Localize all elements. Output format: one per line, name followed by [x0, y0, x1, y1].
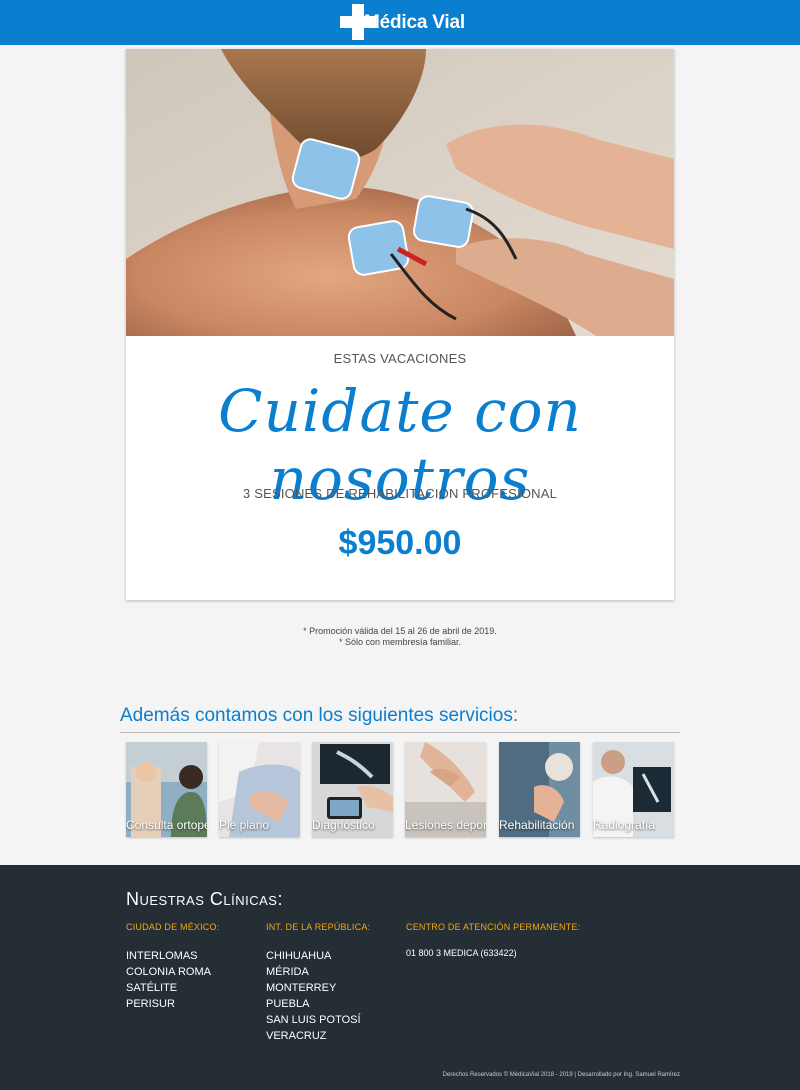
service-tile-radiografia[interactable]: Radiografía [593, 742, 674, 837]
promo-note: * Sólo con membresía familiar. [338, 637, 462, 647]
footer: Nuestras Clínicas: CIUDAD DE MÉXICO: INT… [0, 865, 800, 1090]
service-label: Rehabilitación [499, 818, 575, 832]
service-tile-rehabilitacion[interactable]: Rehabilitación [499, 742, 580, 837]
clinic-link[interactable]: COLONIA ROMA [126, 964, 219, 980]
clinic-link[interactable]: SAN LUIS POTOSÍ [266, 1012, 370, 1028]
promo-note: * Promoción válida del 15 al 26 de abril… [303, 626, 497, 636]
promo-kicker: ESTAS VACACIONES [333, 351, 467, 366]
service-label: Diagnóstico [312, 818, 375, 832]
phone-number[interactable]: 01 800 3 MEDICA (633422) [406, 948, 580, 958]
brand-name: Médica Vial [364, 12, 465, 33]
clinics-column-cdmx: CIUDAD DE MÉXICO: INTERLOMAS COLONIA ROM… [126, 922, 219, 1012]
service-label: Consulta ortopédica [126, 818, 207, 832]
clinic-link[interactable]: PUEBLA [266, 996, 370, 1012]
promo-card: ESTAS VACACIONES Cuidate con nosotros 3 … [126, 49, 674, 600]
hero-image [126, 49, 674, 336]
service-label: Radiografía [593, 818, 656, 832]
copyright: Derechos Reservados © MédicaVial 2018 - … [442, 1072, 680, 1078]
clinic-link[interactable]: CHIHUAHUA [266, 948, 370, 964]
service-tile-diagnostico[interactable]: Diagnóstico [312, 742, 393, 837]
promo-subline: 3 SESIONES DE REHABILITACIÓN PROFESIONAL [242, 486, 558, 501]
services-title: Además contamos con los siguientes servi… [120, 705, 519, 726]
brand-logo[interactable]: Médica Vial [340, 4, 470, 40]
column-heading: CIUDAD DE MÉXICO: [126, 922, 220, 932]
column-heading: INT. DE LA REPÚBLICA: [266, 922, 371, 932]
footer-title: Nuestras Clínicas: [126, 889, 283, 909]
promo-notes: * Promoción válida del 15 al 26 de abril… [0, 626, 800, 648]
service-tile-lesiones-deportivas[interactable]: Lesiones deportivas [405, 742, 486, 837]
clinic-link[interactable]: INTERLOMAS [126, 948, 219, 964]
clinic-link[interactable]: MÉRIDA [266, 964, 370, 980]
service-label: Pie plano [219, 818, 270, 832]
top-bar: Médica Vial [0, 0, 800, 45]
clinic-link[interactable]: SATÉLITE [126, 980, 219, 996]
clinics-column-republica: INT. DE LA REPÚBLICA: CHIHUAHUA MÉRIDA M… [266, 922, 370, 1044]
clinic-link[interactable]: PERISUR [126, 996, 219, 1012]
service-tile-pie-plano[interactable]: Pie plano [219, 742, 300, 837]
attention-center-column: CENTRO DE ATENCIÓN PERMANENTE: 01 800 3 … [406, 922, 580, 958]
service-label: Lesiones deportivas [405, 818, 486, 832]
service-tile-consulta-ortopedica[interactable]: Consulta ortopédica [126, 742, 207, 837]
clinic-link[interactable]: MONTERREY [266, 980, 370, 996]
column-heading: CENTRO DE ATENCIÓN PERMANENTE: [406, 922, 581, 932]
promo-price: $950.00 [338, 524, 462, 562]
divider [120, 732, 680, 733]
clinic-link[interactable]: VERACRUZ [266, 1028, 370, 1044]
